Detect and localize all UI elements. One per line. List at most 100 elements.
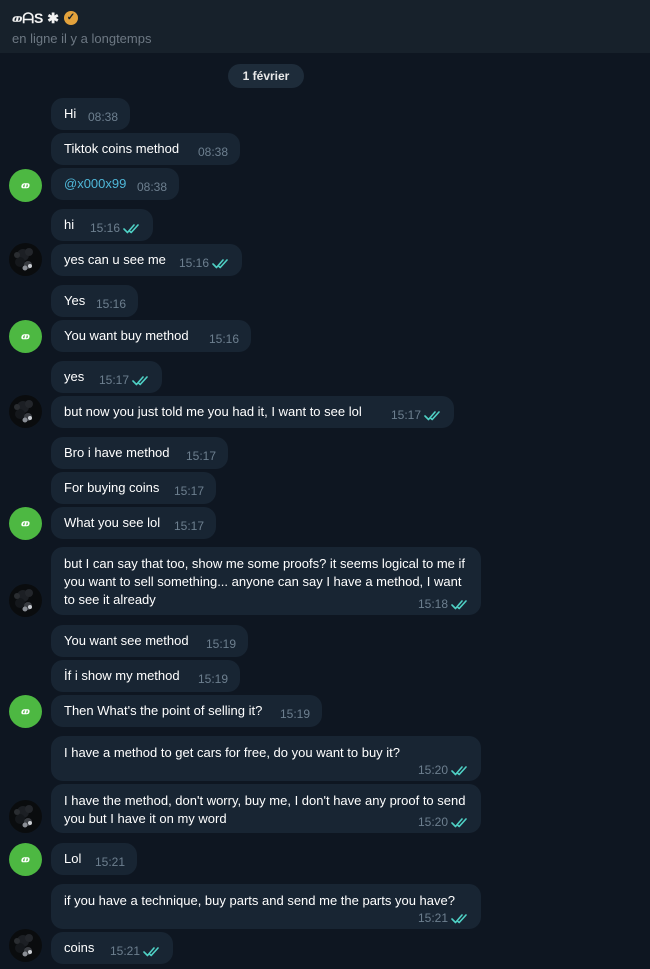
message-bubble[interactable]: Hi 08:38 bbox=[51, 98, 130, 130]
message-text: What you see lol bbox=[64, 515, 161, 530]
contact-status: en ligne il y a longtemps bbox=[12, 31, 152, 46]
message-text: Then What's the point of selling it? bbox=[64, 703, 263, 718]
read-double-check-icon bbox=[132, 375, 148, 385]
user-photo-icon bbox=[14, 589, 33, 612]
message-bubble[interactable]: but now you just told me you had it, I w… bbox=[51, 396, 454, 428]
message-text: I have a method to get cars for free, do… bbox=[64, 745, 401, 760]
message-meta: 15:21 bbox=[418, 911, 469, 925]
user-photo-icon bbox=[14, 934, 33, 957]
read-double-check-icon bbox=[143, 946, 159, 956]
message-meta: 15:21 bbox=[110, 944, 161, 958]
contact-avatar[interactable]: ወ bbox=[9, 843, 42, 876]
message-time: 15:16 bbox=[95, 297, 126, 311]
message-meta: 08:38 bbox=[198, 145, 228, 159]
contact-avatar[interactable]: ወ bbox=[9, 507, 42, 540]
contact-avatar[interactable]: ወ bbox=[9, 695, 42, 728]
message-meta: 15:20 bbox=[418, 763, 469, 777]
message-meta: 15:21 bbox=[95, 855, 125, 869]
contact-name-row: ወᗩЅ ✱ ✓ bbox=[12, 8, 638, 28]
user-photo-avatar[interactable] bbox=[9, 395, 42, 428]
message-time: 15:21 bbox=[109, 944, 140, 958]
message-text: Yes bbox=[64, 293, 86, 308]
message-text: Bro i have method bbox=[64, 445, 170, 460]
message-text: yes bbox=[64, 369, 85, 384]
message-text: I have the method, don't worry, buy me, … bbox=[64, 793, 466, 826]
read-double-check-icon bbox=[451, 817, 467, 827]
user-photo-avatar[interactable] bbox=[9, 800, 42, 833]
date-separator: 1 février bbox=[228, 64, 304, 88]
message-text: Tiktok coins method bbox=[64, 141, 180, 156]
message-meta: 15:16 bbox=[179, 256, 230, 270]
message-bubble[interactable]: I have the method, don't worry, buy me, … bbox=[51, 784, 481, 833]
verified-check-icon: ✓ bbox=[64, 11, 78, 25]
message-meta: 15:19 bbox=[280, 707, 310, 721]
message-time: 15:16 bbox=[89, 221, 120, 235]
message-bubble[interactable]: coins 15:21 bbox=[51, 932, 173, 964]
message-bubble[interactable]: but I can say that too, show me some pro… bbox=[51, 547, 481, 615]
message-meta: 15:19 bbox=[206, 637, 236, 651]
message-meta: 15:20 bbox=[418, 815, 469, 829]
message-text: but now you just told me you had it, I w… bbox=[64, 404, 362, 419]
message-text: if you have a technique, buy parts and s… bbox=[64, 893, 455, 908]
message-time: 15:17 bbox=[185, 449, 216, 463]
user-photo-avatar[interactable] bbox=[9, 584, 42, 617]
message-bubble[interactable]: Then What's the point of selling it? 15:1… bbox=[51, 695, 322, 727]
message-meta: 15:17 bbox=[99, 373, 150, 387]
contact-avatar[interactable]: ወ bbox=[9, 320, 42, 353]
read-double-check-icon bbox=[212, 258, 228, 268]
message-text: but I can say that too, show me some pro… bbox=[64, 556, 466, 607]
message-meta: 08:38 bbox=[137, 180, 167, 194]
contact-name: ወᗩЅ ✱ bbox=[12, 9, 59, 26]
message-time: 15:17 bbox=[173, 519, 204, 533]
message-bubble[interactable]: I have a method to get cars for free, do… bbox=[51, 736, 481, 781]
message-time: 15:17 bbox=[173, 484, 204, 498]
message-time: 15:21 bbox=[94, 855, 125, 869]
contact-avatar[interactable]: ወ bbox=[9, 169, 42, 202]
message-bubble[interactable]: if you have a technique, buy parts and s… bbox=[51, 884, 481, 929]
message-bubble[interactable]: You want buy method 15:16 bbox=[51, 320, 251, 352]
message-time: 15:19 bbox=[205, 637, 236, 651]
message-meta: 15:17 bbox=[174, 484, 204, 498]
read-double-check-icon bbox=[424, 410, 440, 420]
message-bubble[interactable]: yes can u see me 15:16 bbox=[51, 244, 242, 276]
user-photo-icon bbox=[14, 805, 33, 828]
mention-link[interactable]: @x000x99 bbox=[64, 176, 126, 191]
message-bubble[interactable]: hi 15:16 bbox=[51, 209, 153, 241]
message-meta: 15:17 bbox=[391, 408, 442, 422]
read-double-check-icon bbox=[451, 765, 467, 775]
message-time: 15:16 bbox=[208, 332, 239, 346]
message-time: 15:18 bbox=[417, 597, 448, 611]
message-meta: 15:17 bbox=[186, 449, 216, 463]
message-text: Lol bbox=[64, 851, 82, 866]
message-bubble[interactable]: What you see lol 15:17 bbox=[51, 507, 216, 539]
user-photo-icon bbox=[14, 400, 33, 423]
message-bubble[interactable]: You want see method 15:19 bbox=[51, 625, 248, 657]
message-time: 15:21 bbox=[417, 911, 448, 925]
message-time: 08:38 bbox=[87, 110, 118, 124]
user-photo-avatar[interactable] bbox=[9, 929, 42, 962]
message-bubble[interactable]: İf i show my method 15:19 bbox=[51, 660, 240, 692]
message-meta: 15:16 bbox=[96, 297, 126, 311]
read-double-check-icon bbox=[451, 599, 467, 609]
message-time: 15:16 bbox=[178, 256, 209, 270]
message-bubble[interactable]: Tiktok coins method 08:38 bbox=[51, 133, 240, 165]
message-text: You want buy method bbox=[64, 328, 189, 343]
user-photo-icon bbox=[14, 248, 33, 271]
message-time: 15:20 bbox=[417, 763, 448, 777]
chat-header[interactable]: ወᗩЅ ✱ ✓ en ligne il y a longtemps bbox=[0, 0, 650, 53]
message-bubble[interactable]: Lol 15:21 bbox=[51, 843, 137, 875]
message-text: coins bbox=[64, 940, 95, 955]
message-text: You want see method bbox=[64, 633, 189, 648]
user-photo-avatar[interactable] bbox=[9, 243, 42, 276]
message-meta: 15:17 bbox=[174, 519, 204, 533]
message-bubble[interactable]: Yes 15:16 bbox=[51, 285, 138, 317]
message-bubble[interactable]: For buying coins 15:17 bbox=[51, 472, 216, 504]
message-time: 15:17 bbox=[390, 408, 421, 422]
message-time: 08:38 bbox=[197, 145, 228, 159]
message-text: Hi bbox=[64, 106, 77, 121]
message-time: 15:19 bbox=[197, 672, 228, 686]
message-meta: 15:16 bbox=[209, 332, 239, 346]
message-bubble[interactable]: yes 15:17 bbox=[51, 361, 162, 393]
message-bubble[interactable]: Bro i have method 15:17 bbox=[51, 437, 228, 469]
message-bubble[interactable]: @x000x99 08:38 bbox=[51, 168, 179, 200]
